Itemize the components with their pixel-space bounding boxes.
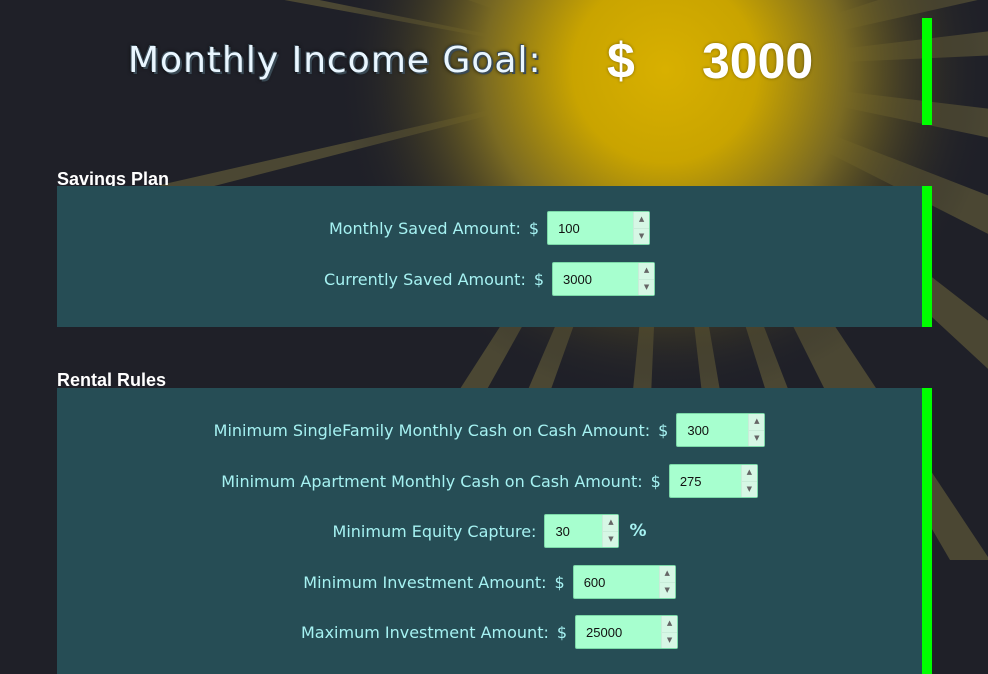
currency-symbol: $	[554, 572, 565, 592]
triangle-down-icon[interactable]: ▼	[749, 431, 764, 447]
min-apartment-row: Minimum Apartment Monthly Cash on Cash A…	[57, 464, 922, 498]
income-goal-value: 3000	[702, 33, 814, 89]
monthly-saved-spinner: ▲ ▼	[547, 211, 651, 245]
savings-plan-panel: Monthly Saved Amount: $ ▲ ▼ Currently Sa…	[57, 186, 922, 327]
currently-saved-spinner: ▲ ▼	[552, 262, 656, 296]
triangle-up-icon[interactable]: ▲	[741, 465, 757, 482]
header-accent-bar	[922, 18, 932, 125]
spinner-arrows: ▲ ▼	[748, 414, 765, 447]
min-equity-capture-input[interactable]	[545, 515, 606, 547]
min-singlefamily-row: Minimum SingleFamily Monthly Cash on Cas…	[57, 413, 922, 447]
triangle-down-icon[interactable]: ▼	[603, 532, 618, 548]
min-apartment-spinner: ▲ ▼	[668, 464, 758, 498]
max-investment-label: Maximum Investment Amount:	[300, 622, 549, 642]
max-investment-input[interactable]	[576, 616, 665, 648]
triangle-up-icon[interactable]: ▲	[634, 212, 650, 229]
spinner-arrows: ▲ ▼	[740, 465, 757, 498]
spinner-arrows: ▲ ▼	[633, 212, 650, 245]
min-singlefamily-input[interactable]	[677, 414, 752, 446]
spinner-arrows: ▲ ▼	[658, 566, 675, 599]
min-equity-capture-label: Minimum Equity Capture:	[332, 521, 537, 541]
min-investment-row: Minimum Investment Amount: $ ▲ ▼	[57, 565, 922, 599]
triangle-down-icon[interactable]: ▼	[634, 229, 649, 245]
currency-symbol: $	[650, 471, 661, 491]
currency-symbol: $	[533, 269, 545, 289]
monthly-saved-row: Monthly Saved Amount: $ ▲ ▼	[57, 211, 922, 245]
min-investment-label: Minimum Investment Amount:	[303, 572, 547, 592]
rental-rules-panel: Minimum SingleFamily Monthly Cash on Cas…	[57, 388, 922, 674]
max-investment-spinner: ▲ ▼	[575, 615, 679, 649]
triangle-up-icon[interactable]: ▲	[659, 566, 675, 583]
min-equity-capture-spinner: ▲ ▼	[544, 514, 620, 548]
triangle-down-icon[interactable]: ▼	[742, 482, 757, 498]
rental-accent-bar	[922, 388, 932, 674]
currency-symbol: $	[528, 218, 540, 238]
min-singlefamily-spinner: ▲ ▼	[676, 413, 766, 447]
savings-accent-bar	[922, 186, 932, 327]
min-investment-input[interactable]	[573, 566, 662, 598]
percent-symbol: %	[629, 521, 647, 541]
spinner-arrows: ▲ ▼	[602, 515, 619, 548]
min-apartment-label: Minimum Apartment Monthly Cash on Cash A…	[221, 471, 643, 491]
monthly-saved-label: Monthly Saved Amount:	[328, 218, 521, 238]
triangle-up-icon[interactable]: ▲	[749, 414, 765, 431]
currently-saved-label: Currently Saved Amount:	[323, 269, 526, 289]
triangle-down-icon[interactable]: ▼	[660, 583, 675, 599]
min-singlefamily-label: Minimum SingleFamily Monthly Cash on Cas…	[213, 420, 651, 440]
min-equity-capture-row: Minimum Equity Capture: ▲ ▼ %	[57, 514, 922, 548]
min-apartment-input[interactable]	[669, 465, 744, 497]
monthly-saved-input[interactable]	[548, 212, 637, 244]
currently-saved-input[interactable]	[553, 263, 642, 295]
goal-currency-symbol: $	[607, 33, 635, 89]
spinner-arrows: ▲ ▼	[638, 263, 655, 296]
page-title: Monthly Income Goal:	[128, 40, 542, 81]
currently-saved-row: Currently Saved Amount: $ ▲ ▼	[57, 262, 922, 296]
triangle-down-icon[interactable]: ▼	[662, 633, 677, 649]
min-investment-spinner: ▲ ▼	[572, 565, 676, 599]
triangle-down-icon[interactable]: ▼	[639, 280, 654, 296]
currency-symbol: $	[556, 622, 568, 642]
spinner-arrows: ▲ ▼	[661, 616, 678, 649]
triangle-up-icon[interactable]: ▲	[603, 515, 619, 532]
currency-symbol: $	[658, 420, 669, 440]
triangle-up-icon[interactable]: ▲	[662, 616, 678, 633]
triangle-up-icon[interactable]: ▲	[639, 263, 655, 280]
max-investment-row: Maximum Investment Amount: $ ▲ ▼	[57, 615, 922, 649]
